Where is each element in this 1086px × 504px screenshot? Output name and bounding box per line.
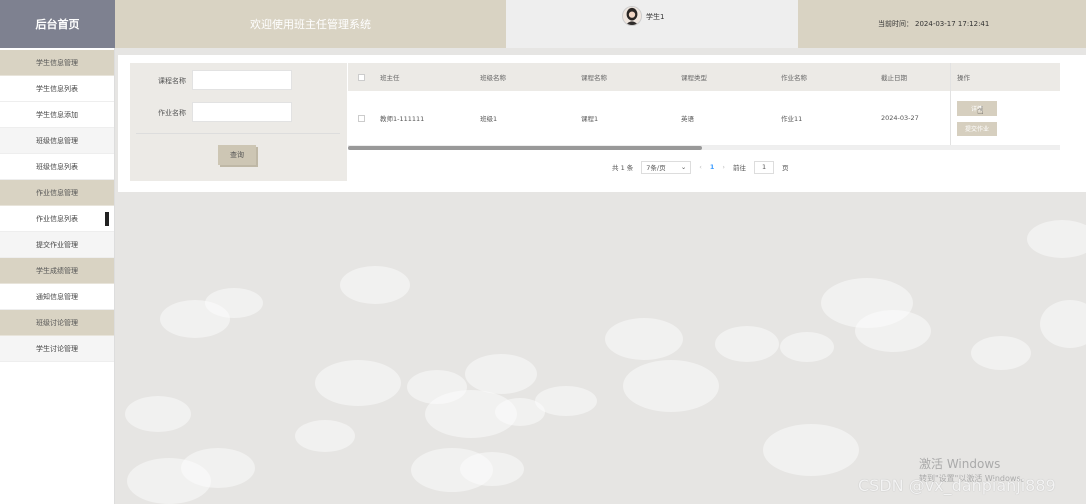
col-header-course-type[interactable]: 课程类型 [675,72,775,82]
bokeh-bubble [855,310,931,352]
next-page-icon[interactable]: › [722,163,725,171]
csdn-watermark: CSDN @vx_danpianji889 [858,476,1056,495]
homework-name-input[interactable] [192,102,292,122]
select-all-checkbox[interactable] [357,73,365,81]
bokeh-bubble [763,424,859,476]
bokeh-bubble [125,396,191,432]
bokeh-bubble [535,386,597,416]
goto-label: 前往 [733,164,747,172]
pagination: 共 1 条 7条/页 ⌄ ‹ 1 › 前往 1 页 [612,160,789,174]
table-row: 教师1-111111 班级1 课程1 英语 作业11 2024-03-27 详情… [348,91,1060,146]
bokeh-bubble [1040,300,1086,348]
bokeh-bubble [205,288,263,318]
course-name-input[interactable] [192,70,292,90]
time-value: 2024-03-17 17:12:41 [915,20,990,28]
course-name-label: 课程名称 [158,77,186,85]
col-header-homework-name[interactable]: 作业名称 [775,72,875,82]
cell-course-name: 课程1 [581,115,599,123]
current-time: 当前时间： 2024-03-17 17:12:41 [798,0,1086,48]
page-number-current[interactable]: 1 [710,163,715,171]
col-header-deadline[interactable]: 截止日期 [875,72,950,82]
col-header-teacher[interactable]: 班主任 [374,72,474,82]
hand-cursor-icon: ☝ [977,104,984,117]
brand-home-link[interactable]: 后台首页 [0,0,115,48]
bokeh-bubble [780,332,834,362]
select-all-cell [348,73,374,81]
sidebar-group-student-info[interactable]: 学生信息管理 [0,50,114,76]
homework-name-label: 作业名称 [158,109,186,117]
sidebar-item-student-list[interactable]: 学生信息列表 [0,76,114,102]
username[interactable]: 学生1 [646,12,664,22]
sidebar-group-class-info[interactable]: 班级信息管理 [0,128,114,154]
chevron-down-icon: ⌄ [680,163,687,171]
scrollbar-thumb[interactable] [348,146,702,150]
sidebar-item-student-discussion[interactable]: 学生讨论管理 [0,336,114,362]
page-size-select[interactable]: 7条/页 ⌄ [641,160,692,174]
bokeh-bubble [181,448,255,488]
bokeh-bubble [1027,220,1086,258]
sidebar-item-submit-homework[interactable]: 提交作业管理 [0,232,114,258]
cell-teacher: 教师1-111111 [380,115,425,123]
bokeh-bubble [715,326,779,362]
avatar[interactable] [622,6,642,26]
sidebar-item-notice[interactable]: 通知信息管理 [0,284,114,310]
cell-course-type: 英语 [681,115,694,123]
sidebar-item-class-list[interactable]: 班级信息列表 [0,154,114,180]
page-size-value: 7条/页 [646,164,666,172]
cell-actions: 详情 提交作业 [950,91,1060,145]
goto-page-input[interactable]: 1 [754,160,775,174]
query-button[interactable]: 查询 [218,145,256,165]
bokeh-bubble [465,354,537,394]
bokeh-bubble [623,360,719,412]
row-checkbox[interactable] [357,114,365,122]
time-label: 当前时间： [878,20,913,28]
sidebar-item-homework-list[interactable]: 作业信息列表 [0,206,114,232]
bokeh-bubble [971,336,1031,370]
sidebar-item-student-add[interactable]: 学生信息添加 [0,102,114,128]
goto-suffix: 页 [782,164,789,172]
col-header-class-name[interactable]: 班级名称 [474,72,575,82]
bokeh-bubble [460,452,524,486]
bokeh-bubble [295,420,355,452]
table-horizontal-scrollbar[interactable] [348,146,1060,150]
col-header-course-name[interactable]: 课程名称 [575,72,675,82]
table-header: 班主任 班级名称 课程名称 课程类型 作业名称 截止日期 操作 [348,63,1060,91]
search-form: 课程名称 作业名称 查询 [130,63,347,181]
total-count: 共 1 条 [612,164,634,172]
sidebar: 学生信息管理 学生信息列表 学生信息添加 班级信息管理 班级信息列表 作业信息管… [0,48,115,504]
top-header: 后台首页 欢迎使用班主任管理系统 学生1 当前时间： 2024-03-17 17… [0,0,1086,48]
cell-class-name: 班级1 [480,115,498,123]
cell-deadline: 2024-03-27 [881,114,919,122]
cell-homework-name: 作业11 [781,115,803,123]
bokeh-bubble [340,266,410,304]
bokeh-bubble [315,360,401,406]
user-info: 学生1 [506,0,798,48]
prev-page-icon[interactable]: ‹ [699,163,702,171]
row-select-cell [348,114,374,122]
col-header-actions: 操作 [950,63,1060,91]
homework-table: 班主任 班级名称 课程名称 课程类型 作业名称 截止日期 操作 教师1-1111… [348,63,1060,146]
bokeh-bubble [605,318,683,360]
welcome-title: 欢迎使用班主任管理系统 [115,0,506,48]
sidebar-group-class-discussion[interactable]: 班级讨论管理 [0,310,114,336]
submit-homework-button[interactable]: 提交作业 [957,121,997,136]
windows-activation-title: 激活 Windows [919,457,1001,471]
sidebar-group-grades[interactable]: 学生成绩管理 [0,258,114,284]
sidebar-group-homework-info[interactable]: 作业信息管理 [0,180,114,206]
avatar-icon [623,7,641,25]
form-divider [136,133,340,134]
